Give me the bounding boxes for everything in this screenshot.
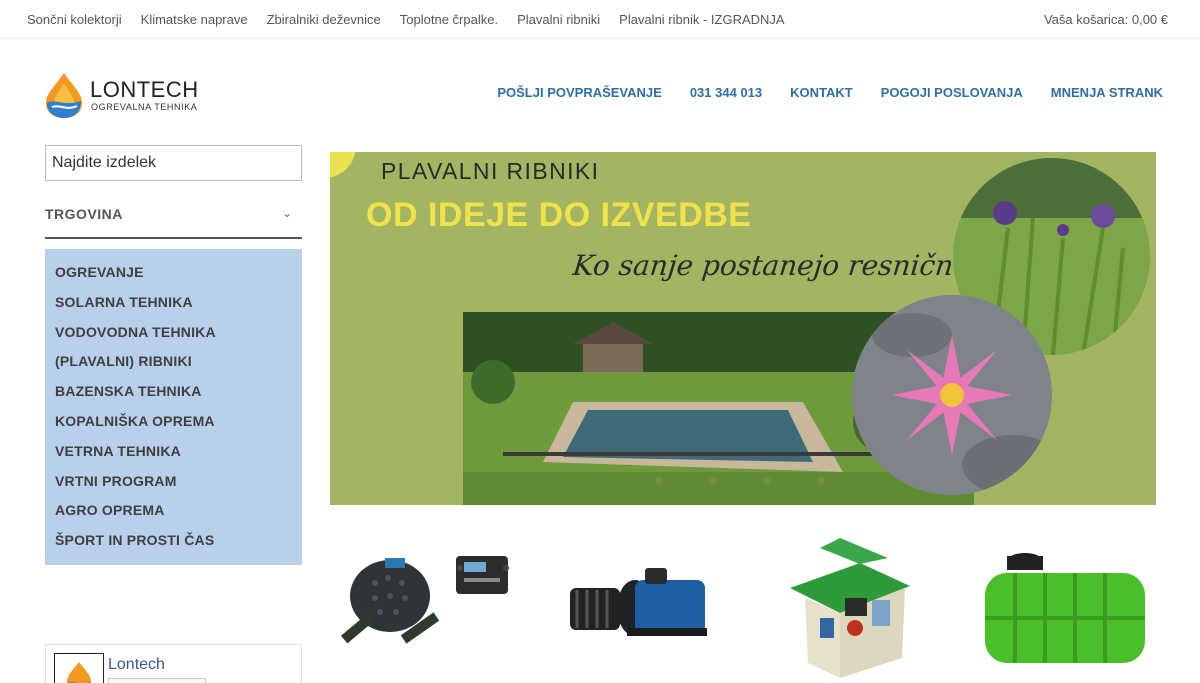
top-bar: Sončni kolektorji Klimatske naprave Zbir… [0, 0, 1200, 39]
shop-title: TRGOVINA [45, 206, 123, 222]
category-garden[interactable]: VRTNI PROGRAM [45, 472, 302, 502]
topnav-link-swimming-ponds[interactable]: Plavalni ribniki [517, 12, 600, 27]
pond-pump-image [340, 556, 509, 644]
nav-contact[interactable]: KONTAKT [790, 85, 853, 100]
facebook-widget: Lontech [45, 644, 302, 683]
product-tile-filter-box[interactable] [750, 528, 950, 683]
filter-box-image [790, 538, 910, 678]
slider-dot-4[interactable] [817, 477, 825, 485]
rainwater-tank-image [985, 553, 1145, 663]
shop-dropdown[interactable]: TRGOVINA ⌄ [45, 198, 302, 239]
water-pump-image [570, 568, 707, 636]
topnav-link-heat-pumps[interactable]: Toplotne črpalke. [400, 12, 498, 27]
topnav-link-air-conditioners[interactable]: Klimatske naprave [141, 12, 248, 27]
logo-subtitle: OGREVALNA TEHNIKA [91, 102, 198, 112]
slider-dot-2[interactable] [709, 477, 717, 485]
slider-pagination [655, 477, 871, 485]
site-logo[interactable]: LONTECH OGREVALNA TEHNIKA [44, 71, 214, 121]
banner-kicker: PLAVALNI RIBNIKI [381, 158, 600, 184]
banner-waterlily-photo [852, 295, 1052, 495]
top-navigation: Sončni kolektorji Klimatske naprave Zbir… [27, 12, 804, 27]
nav-reviews[interactable]: MNENJA STRANK [1051, 85, 1163, 100]
product-tile-pond-pump-set[interactable] [330, 528, 530, 683]
banner-sun-shape [330, 152, 356, 178]
banner-headline: OD IDEJE DO IZVEDBE [366, 196, 752, 234]
facebook-page-name[interactable]: Lontech [108, 656, 165, 674]
category-ponds[interactable]: (PLAVALNI) RIBNIKI [45, 352, 302, 382]
cart-link[interactable]: Vaša košarica: 0,00 € [1044, 12, 1168, 27]
product-tile-water-pump[interactable] [535, 528, 735, 683]
facebook-avatar[interactable] [54, 653, 104, 683]
flame-drop-logo-icon [46, 73, 82, 118]
category-plumbing[interactable]: VODOVODNA TEHNIKA [45, 323, 302, 353]
category-pool[interactable]: BAZENSKA TEHNIKA [45, 382, 302, 412]
chevron-down-icon: ⌄ [281, 206, 292, 220]
hero-banner[interactable]: PLAVALNI RIBNIKI OD IDEJE DO IZVEDBE Ko … [330, 152, 1156, 505]
facebook-like-button[interactable] [108, 678, 206, 683]
category-sport[interactable]: ŠPORT IN PROSTI ČAS [45, 531, 302, 561]
category-wind[interactable]: VETRNA TEHNIKA [45, 442, 302, 472]
category-agro[interactable]: AGRO OPREMA [45, 501, 302, 531]
product-tile-rainwater-tank[interactable] [955, 528, 1155, 683]
category-heating[interactable]: OGREVANJE [45, 263, 302, 293]
flame-drop-logo-icon [67, 662, 91, 683]
product-search-input[interactable] [45, 145, 302, 181]
category-menu: OGREVANJE SOLARNA TEHNIKA VODOVODNA TEHN… [45, 249, 302, 565]
nav-terms[interactable]: POGOJI POSLOVANJA [881, 85, 1023, 100]
slider-dot-3[interactable] [763, 477, 771, 485]
topnav-link-rainwater-tanks[interactable]: Zbiralniki deževnice [267, 12, 381, 27]
slider-dot-1[interactable] [655, 477, 663, 485]
nav-phone[interactable]: 031 344 013 [690, 85, 762, 100]
nav-send-inquiry[interactable]: POŠLJI POVPRAŠEVANJE [497, 85, 661, 100]
topnav-link-pond-construction[interactable]: Plavalni ribnik - IZGRADNJA [619, 12, 784, 27]
category-bathroom[interactable]: KOPALNIŠKA OPREMA [45, 412, 302, 442]
topnav-link-solar-collectors[interactable]: Sončni kolektorji [27, 12, 122, 27]
main-navigation: POŠLJI POVPRAŠEVANJE 031 344 013 KONTAKT… [469, 85, 1163, 100]
category-solar[interactable]: SOLARNA TEHNIKA [45, 293, 302, 323]
logo-title: LONTECH [90, 77, 199, 102]
